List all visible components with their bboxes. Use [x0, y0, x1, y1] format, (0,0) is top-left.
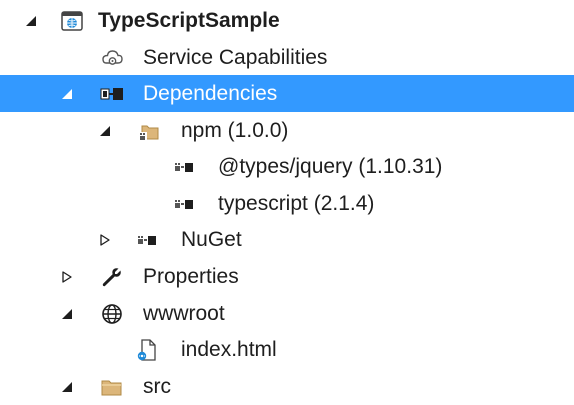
- tree-item-nuget[interactable]: NuGet: [0, 221, 574, 258]
- tree-item-label: wwwroot: [143, 302, 225, 325]
- expanded-arrow-icon[interactable]: [60, 380, 74, 394]
- collapsed-arrow-icon[interactable]: [98, 233, 112, 247]
- expanded-arrow-icon[interactable]: [98, 124, 112, 138]
- html-file-icon: [135, 338, 159, 362]
- cloud-gear-icon: [100, 46, 124, 70]
- tree-item-wwwroot[interactable]: wwwroot: [0, 295, 574, 332]
- tree-item-label: Properties: [143, 265, 239, 288]
- tree-item-properties[interactable]: Properties: [0, 258, 574, 295]
- package-icon: [172, 155, 196, 179]
- tree-item-label: src: [143, 375, 171, 398]
- web-project-icon: [60, 9, 84, 33]
- project-label: TypeScriptSample: [98, 9, 280, 32]
- tree-item-src[interactable]: src: [0, 368, 574, 405]
- dependencies-icon: [100, 82, 124, 106]
- tree-item-label: npm (1.0.0): [181, 119, 289, 142]
- expanded-arrow-icon[interactable]: [24, 14, 38, 28]
- tree-item-label: NuGet: [181, 228, 242, 251]
- tree-item-service-capabilities[interactable]: Service Capabilities: [0, 39, 574, 76]
- tree-item-dependencies[interactable]: Dependencies: [0, 75, 574, 112]
- tree-item-label: typescript (2.1.4): [218, 192, 375, 215]
- solution-explorer-tree: TypeScriptSample Service Capabilities De…: [0, 0, 574, 399]
- tree-item-project[interactable]: TypeScriptSample: [0, 2, 574, 39]
- expanded-arrow-icon[interactable]: [60, 87, 74, 101]
- collapsed-arrow-icon[interactable]: [60, 270, 74, 284]
- tree-item-npm[interactable]: npm (1.0.0): [0, 112, 574, 149]
- package-icon: [172, 192, 196, 216]
- wrench-icon: [100, 265, 124, 289]
- package-icon: [135, 228, 159, 252]
- tree-item-label: index.html: [181, 338, 277, 361]
- tree-item-label: Service Capabilities: [143, 46, 328, 69]
- npm-folder-icon: [137, 119, 161, 143]
- tree-item-typescript[interactable]: typescript (2.1.4): [0, 185, 574, 222]
- expanded-arrow-icon[interactable]: [60, 307, 74, 321]
- tree-item-label: Dependencies: [143, 82, 278, 105]
- tree-item-types-jquery[interactable]: @types/jquery (1.10.31): [0, 148, 574, 185]
- folder-icon: [100, 375, 124, 399]
- tree-item-index-html[interactable]: index.html: [0, 331, 574, 368]
- tree-item-label: @types/jquery (1.10.31): [218, 155, 443, 178]
- globe-icon: [100, 302, 124, 326]
